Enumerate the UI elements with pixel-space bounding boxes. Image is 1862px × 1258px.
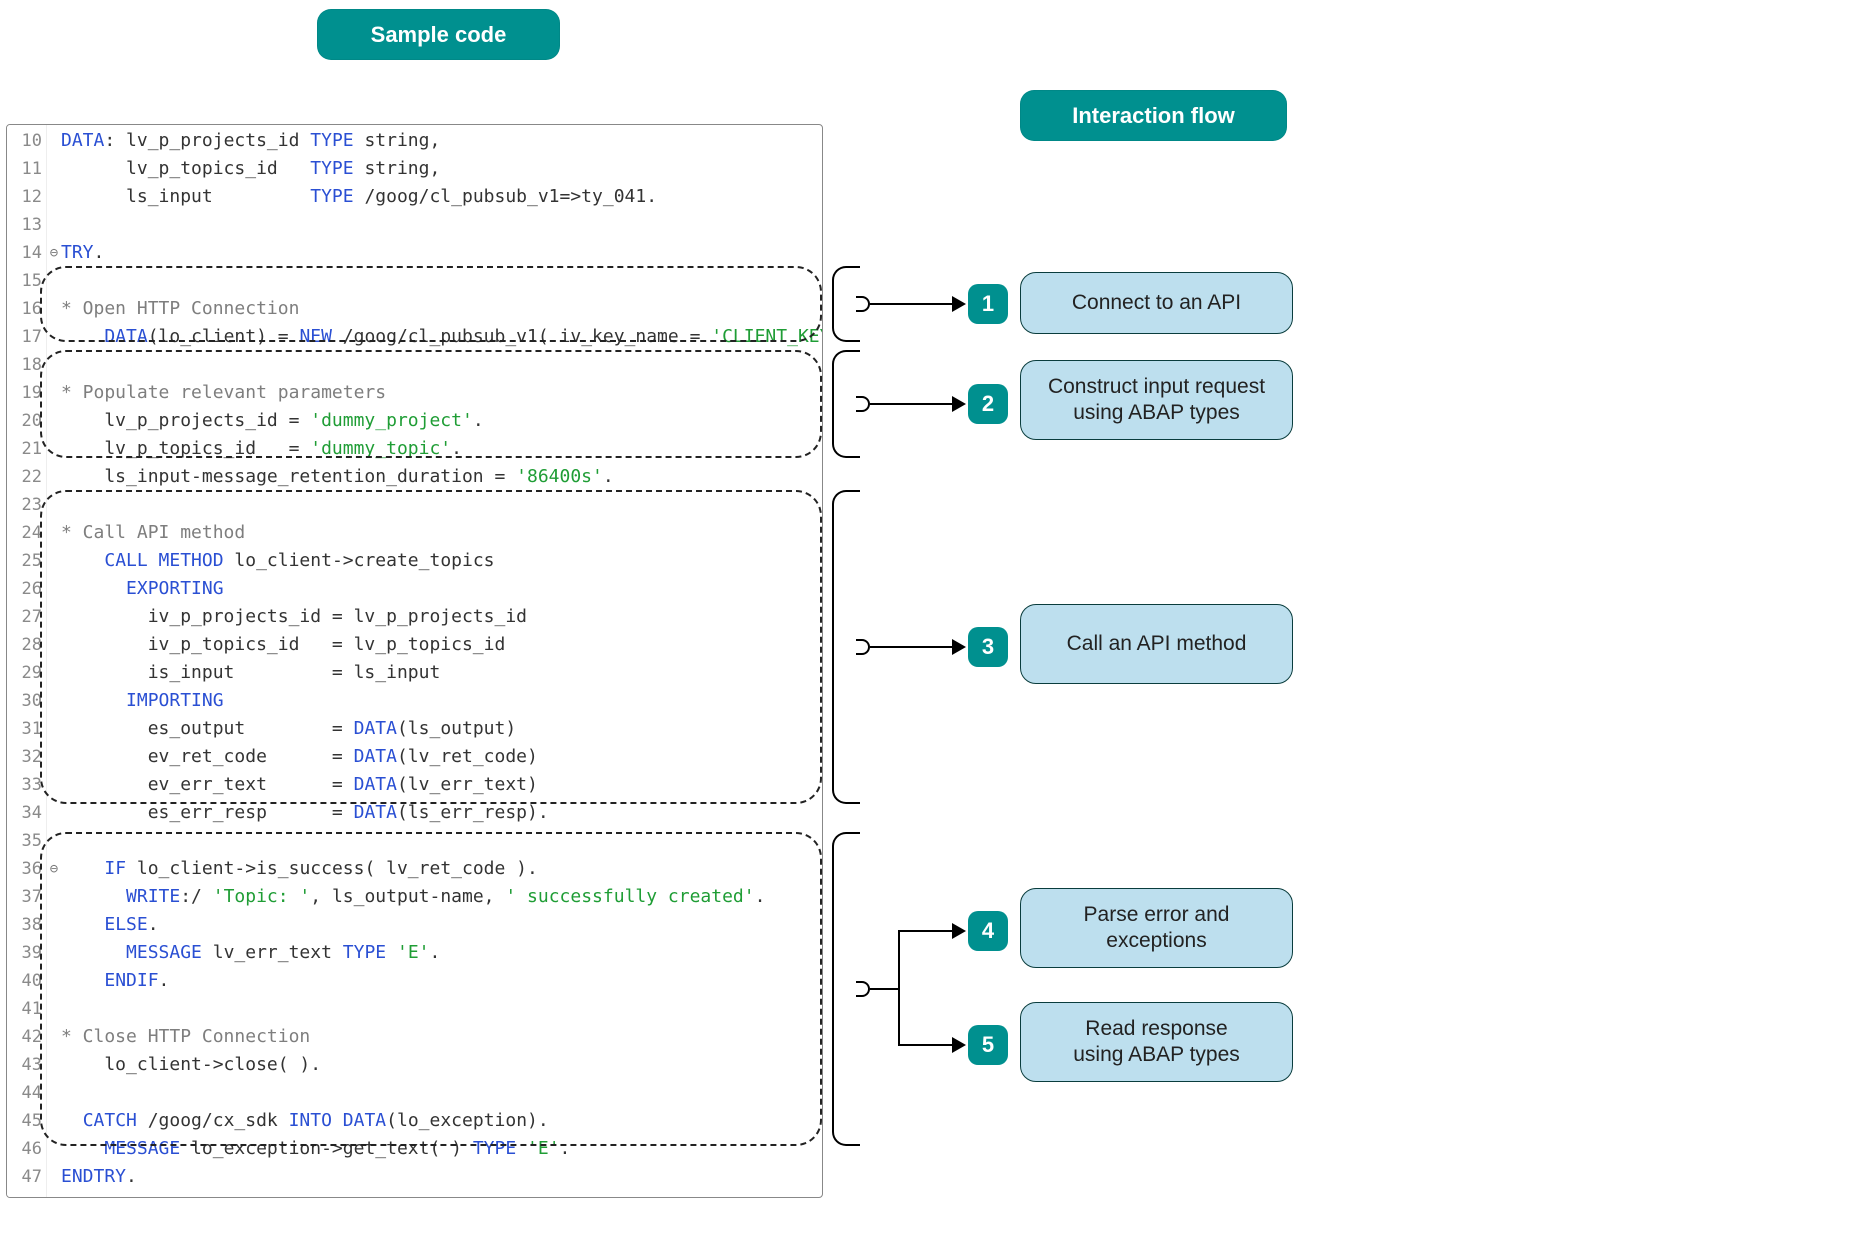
arrowhead-1 bbox=[952, 296, 966, 312]
flow-step-4-label: Parse error andexceptions bbox=[1084, 902, 1230, 955]
fold-column: ⊖⊖ bbox=[47, 125, 61, 1197]
code-editor: 1011121314151617181920212223242526272829… bbox=[6, 124, 823, 1198]
arrowhead-3 bbox=[952, 639, 966, 655]
interaction-flow-title: Interaction flow bbox=[1020, 90, 1287, 141]
sample-code-title: Sample code bbox=[317, 9, 560, 60]
brace-2 bbox=[832, 350, 858, 458]
flow-step-2: Construct input requestusing ABAP types bbox=[1020, 360, 1293, 440]
connector-4 bbox=[898, 930, 953, 932]
flow-step-5-label: Read responseusing ABAP types bbox=[1073, 1016, 1240, 1069]
step-badge-4: 4 bbox=[968, 911, 1008, 951]
brace-1 bbox=[832, 266, 858, 342]
flow-step-1: Connect to an API bbox=[1020, 272, 1293, 334]
connector-45-trunk bbox=[870, 988, 900, 990]
step-badge-3: 3 bbox=[968, 627, 1008, 667]
connector-2 bbox=[870, 403, 953, 405]
step-badge-1: 1 bbox=[968, 284, 1008, 324]
diagram-canvas: Sample code Interaction flow 10111213141… bbox=[0, 0, 1862, 1258]
connector-1 bbox=[870, 303, 953, 305]
arrowhead-4 bbox=[952, 923, 966, 939]
flow-step-1-label: Connect to an API bbox=[1072, 290, 1241, 316]
flow-step-5: Read responseusing ABAP types bbox=[1020, 1002, 1293, 1082]
connector-3 bbox=[870, 646, 953, 648]
line-number-gutter: 1011121314151617181920212223242526272829… bbox=[7, 125, 47, 1197]
step-badge-2: 2 bbox=[968, 384, 1008, 424]
flow-step-3-label: Call an API method bbox=[1067, 631, 1247, 657]
connector-45-split bbox=[898, 930, 900, 1046]
step-badge-5: 5 bbox=[968, 1025, 1008, 1065]
flow-step-4: Parse error andexceptions bbox=[1020, 888, 1293, 968]
arrowhead-5 bbox=[952, 1037, 966, 1053]
flow-step-3: Call an API method bbox=[1020, 604, 1293, 684]
connector-5 bbox=[898, 1044, 953, 1046]
code-body: DATA: lv_p_projects_id TYPE string, lv_p… bbox=[61, 127, 822, 1197]
brace-3 bbox=[832, 490, 858, 804]
brace-45 bbox=[832, 832, 858, 1146]
arrowhead-2 bbox=[952, 396, 966, 412]
flow-step-2-label: Construct input requestusing ABAP types bbox=[1048, 374, 1265, 427]
